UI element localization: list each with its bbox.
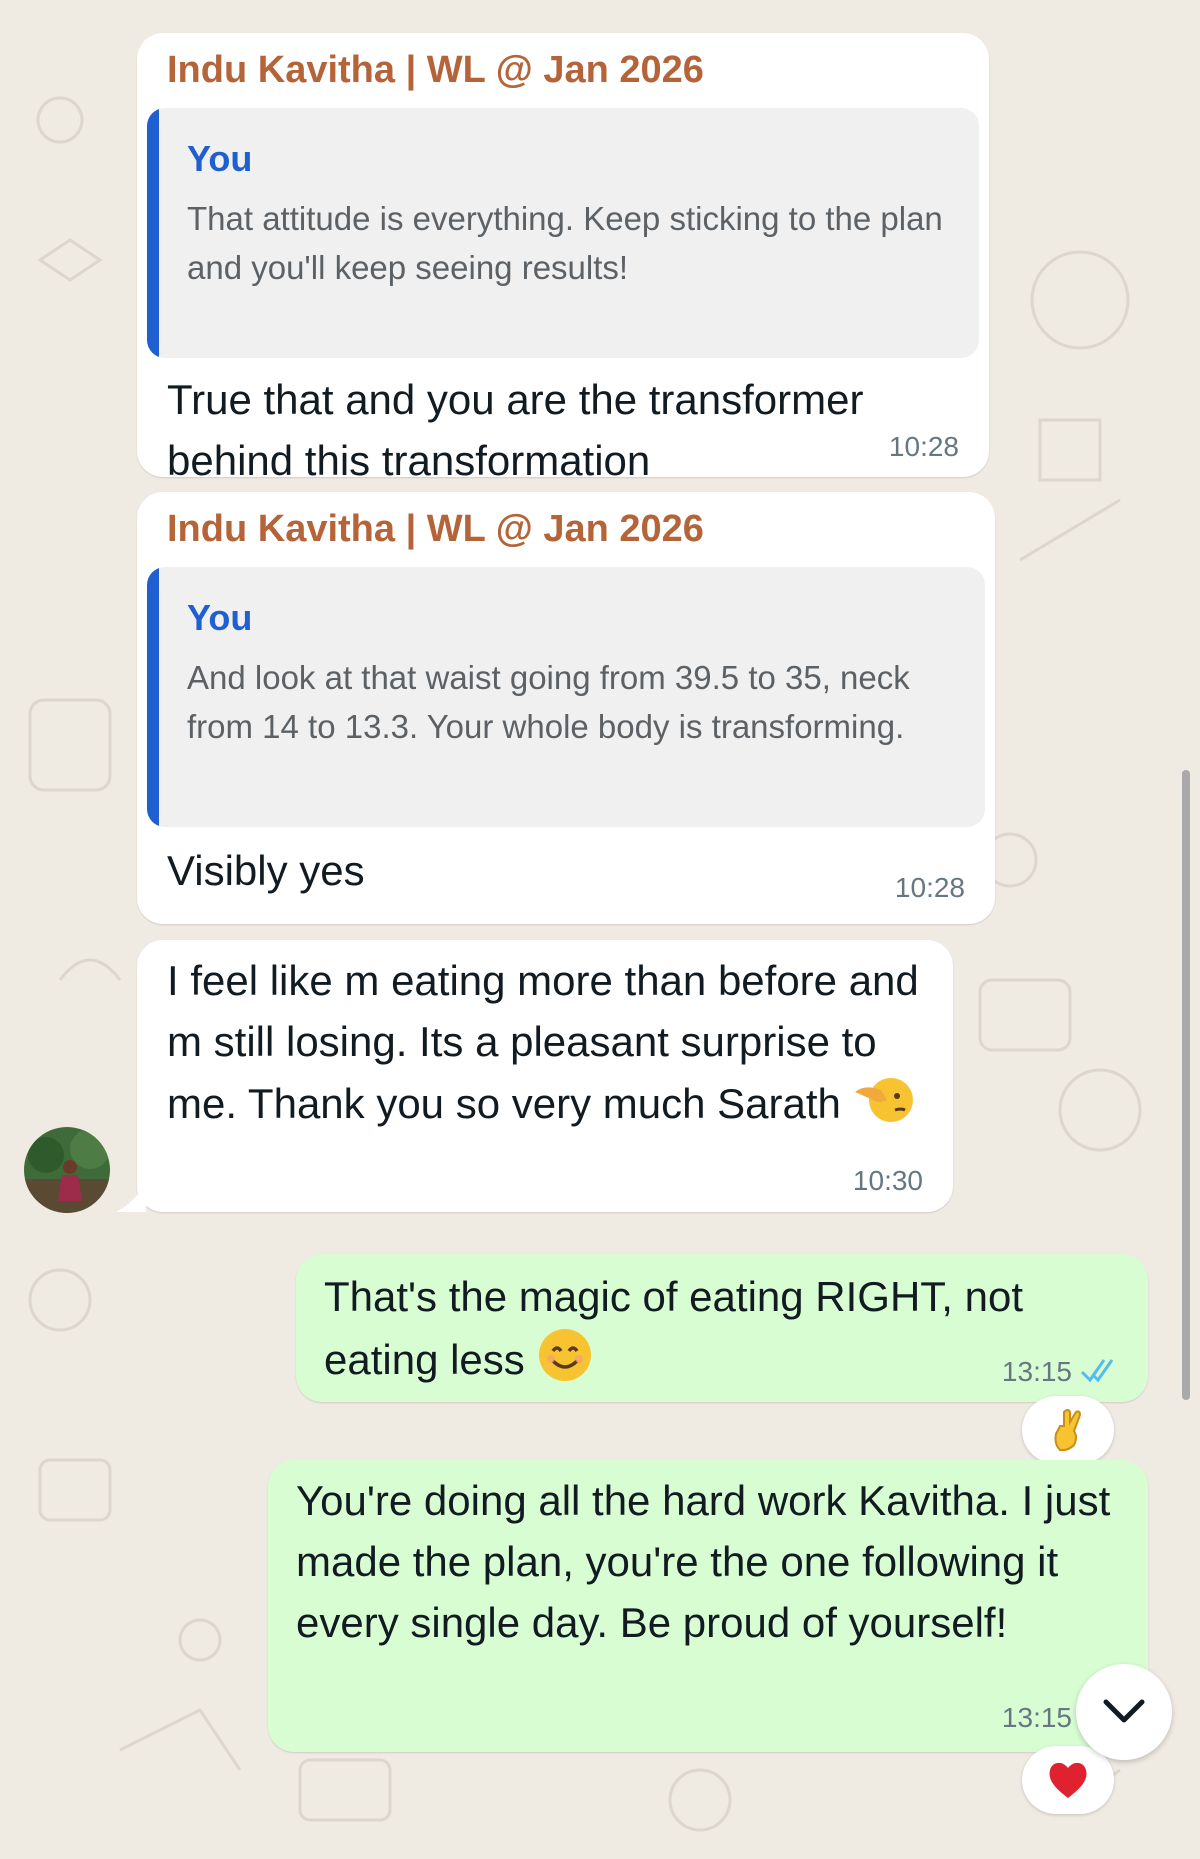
quote-accent-bar [147,567,159,827]
quote-text: And look at that waist going from 39.5 t… [187,659,910,745]
quoted-message[interactable]: You And look at that waist going from 39… [147,567,985,827]
outgoing-message[interactable]: You're doing all the hard work Kavitha. … [268,1460,1148,1752]
quote-author: You [187,597,253,638]
quote-text: That attitude is everything. Keep sticki… [187,200,943,286]
quoted-message[interactable]: You That attitude is everything. Keep st… [147,108,979,358]
quote-accent-bar [147,108,159,358]
incoming-message[interactable]: Indu Kavitha | WL @ Jan 2026 You And loo… [137,492,995,924]
reaction-crossed-fingers[interactable] [1022,1396,1114,1464]
message-text: I feel like m eating more than before an… [167,950,927,1142]
message-text: Visibly yes [167,847,365,894]
message-time: 13:15 [1001,1702,1072,1733]
scroll-to-bottom-button[interactable] [1076,1664,1172,1760]
incoming-message[interactable]: Indu Kavitha | WL @ Jan 2026 You That at… [137,33,989,484]
double-check-icon [1080,1359,1114,1383]
sender-name: Indu Kavitha | WL @ Jan 2026 [167,508,704,550]
smiling-face-emoji [537,1327,593,1399]
message-text: You're doing all the hard work Kavitha. … [296,1477,1111,1646]
message-text: True that and you are the transformer be… [167,376,864,484]
scrollbar[interactable] [1182,770,1190,1400]
contact-avatar[interactable] [24,1127,110,1213]
bubble-tail [116,1184,146,1212]
message-time: 10:30 [852,1165,923,1196]
message-time: 10:28 [888,431,959,462]
sender-name: Indu Kavitha | WL @ Jan 2026 [167,49,704,91]
quote-author: You [187,138,253,179]
chevron-down-icon [1103,1699,1145,1723]
incoming-message[interactable]: I feel like m eating more than before an… [137,940,953,1212]
message-time: 10:28 [894,872,965,903]
reaction-red-heart[interactable] [1022,1746,1114,1814]
saluting-face-emoji [853,1072,913,1142]
message-time: 13:15 [1001,1356,1072,1387]
outgoing-message[interactable]: That's the magic of eating RIGHT, not ea… [296,1254,1148,1402]
